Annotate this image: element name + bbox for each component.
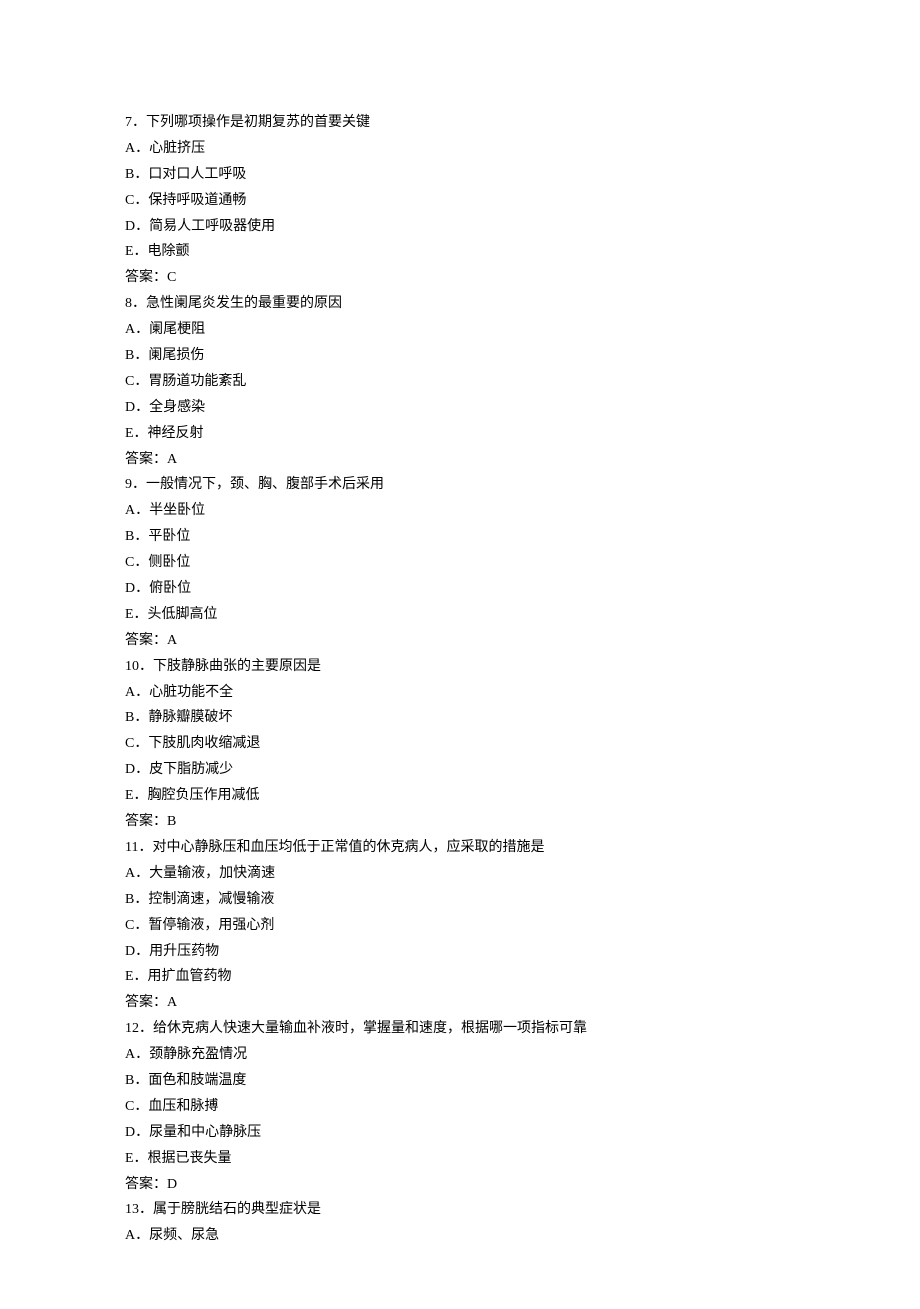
- stem-text: 下肢静脉曲张的主要原因是: [153, 659, 321, 674]
- option: C．暂停输液，用强心剂: [125, 913, 795, 939]
- option: A．心脏功能不全: [125, 680, 795, 706]
- option: E．胸腔负压作用减低: [125, 783, 795, 809]
- document-page: 7．下列哪项操作是初期复苏的首要关键 A．心脏挤压 B．口对口人工呼吸 C．保持…: [0, 0, 920, 1309]
- option: B．静脉瓣膜破坏: [125, 705, 795, 731]
- question-stem: 8．急性阑尾炎发生的最重要的原因: [125, 291, 795, 317]
- option: D．俯卧位: [125, 576, 795, 602]
- stem-text: 一般情况下，颈、胸、腹部手术后采用: [146, 477, 384, 492]
- option: C．侧卧位: [125, 550, 795, 576]
- option: C．保持呼吸道通畅: [125, 188, 795, 214]
- option: E．头低脚高位: [125, 602, 795, 628]
- option: E．电除颤: [125, 239, 795, 265]
- question-stem: 7．下列哪项操作是初期复苏的首要关键: [125, 110, 795, 136]
- stem-text: 给休克病人快速大量输血补液时，掌握量和速度，根据哪一项指标可靠: [153, 1021, 587, 1036]
- option: A．半坐卧位: [125, 498, 795, 524]
- option: B．控制滴速，减慢输液: [125, 887, 795, 913]
- question-number: 8: [125, 296, 132, 311]
- answer: 答案：A: [125, 628, 795, 654]
- question-number: 10: [125, 659, 139, 674]
- option: D．皮下脂肪减少: [125, 757, 795, 783]
- option: D．用升压药物: [125, 939, 795, 965]
- answer: 答案：C: [125, 265, 795, 291]
- question-stem: 9．一般情况下，颈、胸、腹部手术后采用: [125, 472, 795, 498]
- question-number: 7: [125, 115, 132, 130]
- option: D．全身感染: [125, 395, 795, 421]
- stem-text: 急性阑尾炎发生的最重要的原因: [146, 296, 342, 311]
- option: A．尿频、尿急: [125, 1223, 795, 1249]
- option: C．血压和脉搏: [125, 1094, 795, 1120]
- option: A．阑尾梗阻: [125, 317, 795, 343]
- option: B．平卧位: [125, 524, 795, 550]
- question-number: 11: [125, 840, 138, 855]
- question-stem: 11．对中心静脉压和血压均低于正常值的休克病人，应采取的措施是: [125, 835, 795, 861]
- option: E．神经反射: [125, 421, 795, 447]
- option: B．阑尾损伤: [125, 343, 795, 369]
- stem-text: 对中心静脉压和血压均低于正常值的休克病人，应采取的措施是: [152, 840, 544, 855]
- option: A．大量输液，加快滴速: [125, 861, 795, 887]
- answer: 答案：A: [125, 447, 795, 473]
- option: A．颈静脉充盈情况: [125, 1042, 795, 1068]
- option: E．根据已丧失量: [125, 1146, 795, 1172]
- option: C．胃肠道功能紊乱: [125, 369, 795, 395]
- question-number: 9: [125, 477, 132, 492]
- option: B．面色和肢端温度: [125, 1068, 795, 1094]
- question-stem: 13．属于膀胱结石的典型症状是: [125, 1197, 795, 1223]
- option: A．心脏挤压: [125, 136, 795, 162]
- question-number: 12: [125, 1021, 139, 1036]
- question-number: 13: [125, 1202, 139, 1217]
- answer: 答案：B: [125, 809, 795, 835]
- option: D．尿量和中心静脉压: [125, 1120, 795, 1146]
- stem-text: 下列哪项操作是初期复苏的首要关键: [146, 115, 370, 130]
- option: D．简易人工呼吸器使用: [125, 214, 795, 240]
- answer: 答案：D: [125, 1172, 795, 1198]
- option: E．用扩血管药物: [125, 964, 795, 990]
- question-stem: 12．给休克病人快速大量输血补液时，掌握量和速度，根据哪一项指标可靠: [125, 1016, 795, 1042]
- question-stem: 10．下肢静脉曲张的主要原因是: [125, 654, 795, 680]
- option: B．口对口人工呼吸: [125, 162, 795, 188]
- option: C．下肢肌肉收缩减退: [125, 731, 795, 757]
- answer: 答案：A: [125, 990, 795, 1016]
- stem-text: 属于膀胱结石的典型症状是: [153, 1202, 321, 1217]
